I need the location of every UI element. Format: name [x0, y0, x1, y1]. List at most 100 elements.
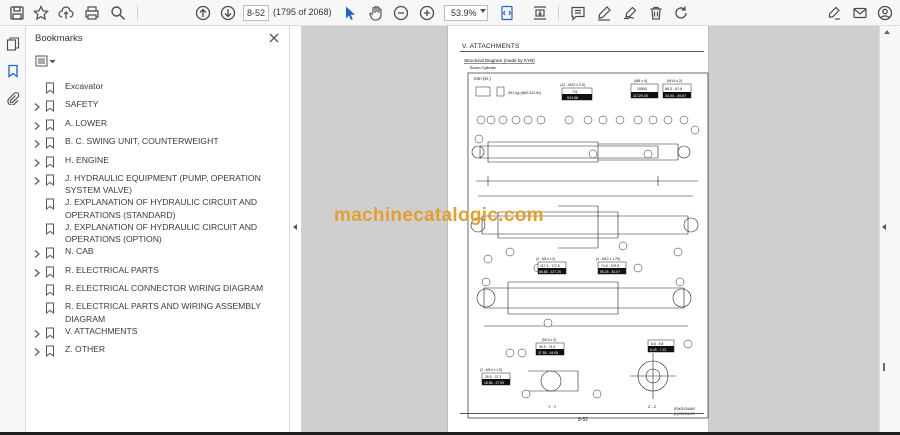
chevron-right-icon[interactable]	[33, 246, 43, 259]
bookmark-label: N. CAB	[65, 246, 94, 257]
spec-value: 15500	[637, 87, 647, 91]
bookmark-icon	[45, 344, 57, 358]
bookmark-item[interactable]: V. ATTACHMENTS	[26, 325, 290, 343]
bookmark-icon	[45, 99, 57, 113]
chevron-right-icon[interactable]	[33, 173, 43, 185]
bookmark-item[interactable]: A. LOWER	[26, 117, 290, 135]
comment-icon[interactable]	[568, 3, 588, 23]
right-rail	[879, 26, 900, 435]
spec-m14-title: (M14 x 2)	[667, 79, 682, 83]
bookmarks-panel: Bookmarks Excavator SAFETY A. LOWER B. C. S…	[26, 26, 290, 435]
chevron-right-icon[interactable]	[33, 99, 43, 112]
bookmark-item[interactable]: R. ELECTRICAL PARTS AND WIRING ASSEMBLY …	[26, 300, 290, 324]
bookmark-item[interactable]: H. ENGINE	[26, 154, 290, 172]
scroll-mode-icon[interactable]	[530, 3, 550, 23]
bookmark-item[interactable]: SAFETY	[26, 98, 290, 116]
bookmark-item[interactable]: N. CAB	[26, 245, 290, 263]
highlight-pen-icon[interactable]	[594, 3, 614, 23]
page-number-input[interactable]: 8-52	[243, 5, 269, 21]
chevron-right-icon	[33, 283, 43, 295]
cloud-upload-icon[interactable]	[56, 3, 76, 23]
diagram-title: Structural Diagram (made by KYB)	[464, 58, 535, 63]
bookmark-item[interactable]: J. HYDRAULIC EQUIPMENT (PUMP, OPERATION …	[26, 172, 290, 196]
spec-4-m14-title: (4 - M14 x 2)	[536, 257, 555, 261]
bookmark-item[interactable]: J. EXPLANATION OF HYDRAULIC CIRCUIT AND …	[26, 196, 290, 220]
zoom-level-select[interactable]: 53.9%	[444, 5, 488, 21]
chevron-right-icon[interactable]	[33, 118, 43, 130]
chevron-right-icon	[33, 222, 43, 234]
toolbar-divider	[137, 5, 138, 21]
trash-icon[interactable]	[646, 3, 666, 23]
account-icon[interactable]	[875, 3, 895, 23]
bookmark-item[interactable]: R. ELECTRICAL CONNECTOR WIRING DIAGRAM	[26, 282, 290, 300]
zoom-out-icon[interactable]	[391, 3, 411, 23]
bookmark-icon	[45, 136, 57, 150]
zoom-in-icon[interactable]	[417, 3, 437, 23]
bookmark-icon	[45, 118, 57, 131]
previous-page-icon[interactable]	[193, 3, 213, 23]
bookmark-icon	[45, 326, 57, 339]
expand-right-panel-handle[interactable]	[882, 224, 886, 230]
page-footer-number: 8-52	[578, 417, 589, 423]
share-email-icon[interactable]	[850, 3, 870, 23]
bookmark-icon	[45, 265, 57, 278]
chevron-right-icon	[33, 301, 43, 313]
spec-2-m10-title: (2 - M10 x 1.5)	[480, 368, 502, 372]
bookmark-item[interactable]: Z. OTHER	[26, 343, 290, 361]
weight-label: 391 kg (862.012 lb)	[508, 91, 541, 95]
spec-value: 117.3 - 172.5	[540, 264, 560, 268]
page-fit-icon[interactable]	[497, 3, 517, 23]
bookmark-label: R. ELECTRICAL PARTS	[65, 264, 159, 275]
watermark-text: machinecatalogic.com	[334, 205, 544, 226]
next-page-icon[interactable]	[218, 3, 238, 23]
bookmark-item[interactable]: R. ELECTRICAL PARTS	[26, 264, 290, 282]
chevron-right-icon	[33, 197, 43, 209]
bookmark-item[interactable]: J. EXPLANATION OF HYDRAULIC CIRCUIT AND …	[26, 221, 290, 245]
pages-thumbnails-icon[interactable]	[4, 35, 22, 53]
spec-value: 66.3 - 67.6	[665, 87, 682, 91]
toolbar-divider	[558, 5, 559, 21]
page-count-label: (1795 of 2068)	[273, 7, 332, 17]
bookmark-item[interactable]: B. C. SWING UNIT, COUNTERWEIGHT	[26, 135, 290, 153]
view-label-z: Z - Z	[648, 405, 657, 409]
close-icon[interactable]	[268, 31, 280, 43]
zoom-search-icon[interactable]	[108, 3, 128, 23]
bookmark-panel-icon[interactable]	[4, 62, 22, 80]
bookmark-label: J. HYDRAULIC EQUIPMENT (PUMP, OPERATION …	[65, 172, 261, 196]
spec-value: 37.55 - 54.95	[538, 351, 558, 355]
attachments-icon[interactable]	[4, 89, 22, 107]
bookmark-label: H. ENGINE	[65, 154, 109, 165]
spec-value: 50.9 - 74.5	[539, 345, 555, 349]
chevron-right-icon[interactable]	[33, 344, 43, 357]
chevron-down-icon[interactable]	[480, 9, 486, 13]
spec-value: 6.49 - 7.22	[650, 348, 666, 352]
scrollbar-thumb[interactable]	[883, 363, 885, 371]
fill-sign-icon[interactable]	[824, 3, 844, 23]
chevron-right-icon[interactable]	[33, 265, 43, 277]
structural-diagram: Structural Diagram (made by KYB) Boom Cy…	[464, 58, 709, 419]
print-icon[interactable]	[82, 3, 102, 23]
bookmark-label: V. ATTACHMENTS	[65, 325, 138, 336]
spec-value: 18.86 - 27.59	[484, 381, 504, 385]
chevron-right-icon	[33, 81, 43, 93]
main-toolbar: 8-52 (1795 of 2068) 53.9%	[0, 0, 900, 26]
rotate-icon[interactable]	[671, 3, 691, 23]
bookmark-options-menu[interactable]	[35, 54, 57, 68]
bookmark-label: R. ELECTRICAL PARTS AND WIRING ASSEMBLY …	[65, 301, 261, 324]
save-icon[interactable]	[7, 3, 27, 23]
chevron-right-icon[interactable]	[33, 155, 43, 167]
chevron-right-icon[interactable]	[33, 136, 43, 149]
hand-tool-icon[interactable]	[366, 3, 386, 23]
chevron-right-icon[interactable]	[33, 326, 43, 338]
star-icon[interactable]	[31, 3, 51, 23]
bookmark-icon	[45, 155, 57, 168]
bookmark-label: R. ELECTRICAL CONNECTOR WIRING DIAGRAM	[65, 282, 264, 293]
scroll-up-arrow-icon[interactable]	[884, 30, 890, 34]
draw-signature-icon[interactable]	[620, 3, 640, 23]
select-cursor-icon[interactable]	[340, 3, 360, 23]
collapse-panel-handle[interactable]	[293, 224, 297, 230]
bookmark-item[interactable]: Excavator	[26, 80, 290, 98]
bookmark-label: J. EXPLANATION OF HYDRAULIC CIRCUIT AND …	[65, 197, 258, 220]
bookmark-icon	[45, 222, 57, 235]
spec-value: 711	[572, 90, 578, 94]
